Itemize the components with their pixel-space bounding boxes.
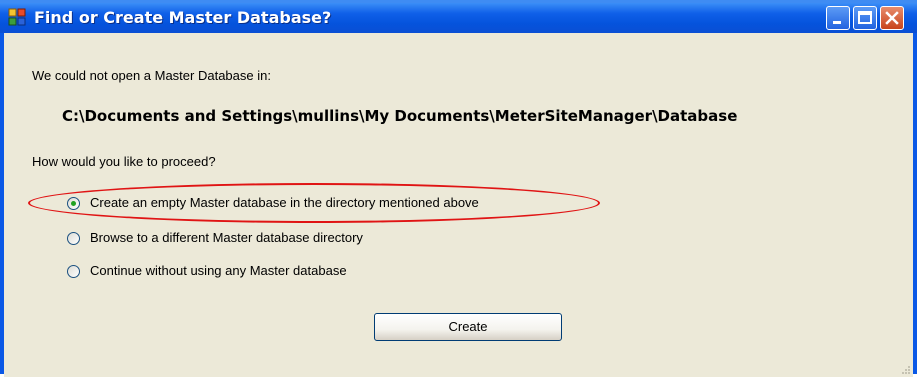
dialog-content: We could not open a Master Database in: … [4, 33, 913, 377]
option-continue-without-label[interactable]: Continue without using any Master databa… [90, 263, 347, 278]
maximize-icon [858, 11, 872, 24]
app-icon [8, 8, 26, 26]
radio-browse[interactable] [67, 232, 80, 245]
title-bar[interactable]: Find or Create Master Database? [0, 3, 917, 33]
message-text: We could not open a Master Database in: [32, 68, 271, 83]
proceed-prompt: How would you like to proceed? [32, 154, 216, 169]
radio-create-empty[interactable] [67, 197, 80, 210]
option-create-empty-label[interactable]: Create an empty Master database in the d… [90, 195, 479, 210]
close-icon [885, 11, 899, 25]
maximize-button[interactable] [853, 6, 877, 30]
minimize-button[interactable] [826, 6, 850, 30]
dialog-window: Find or Create Master Database? We could… [0, 0, 917, 377]
database-path: C:\Documents and Settings\mullins\My Doc… [62, 107, 738, 125]
close-button[interactable] [880, 6, 904, 30]
radio-continue-without[interactable] [67, 265, 80, 278]
window-title: Find or Create Master Database? [34, 8, 332, 27]
option-browse-label[interactable]: Browse to a different Master database di… [90, 230, 363, 245]
radio-selected-dot [71, 201, 76, 206]
create-button[interactable]: Create [374, 313, 562, 341]
minimize-icon [833, 21, 841, 24]
